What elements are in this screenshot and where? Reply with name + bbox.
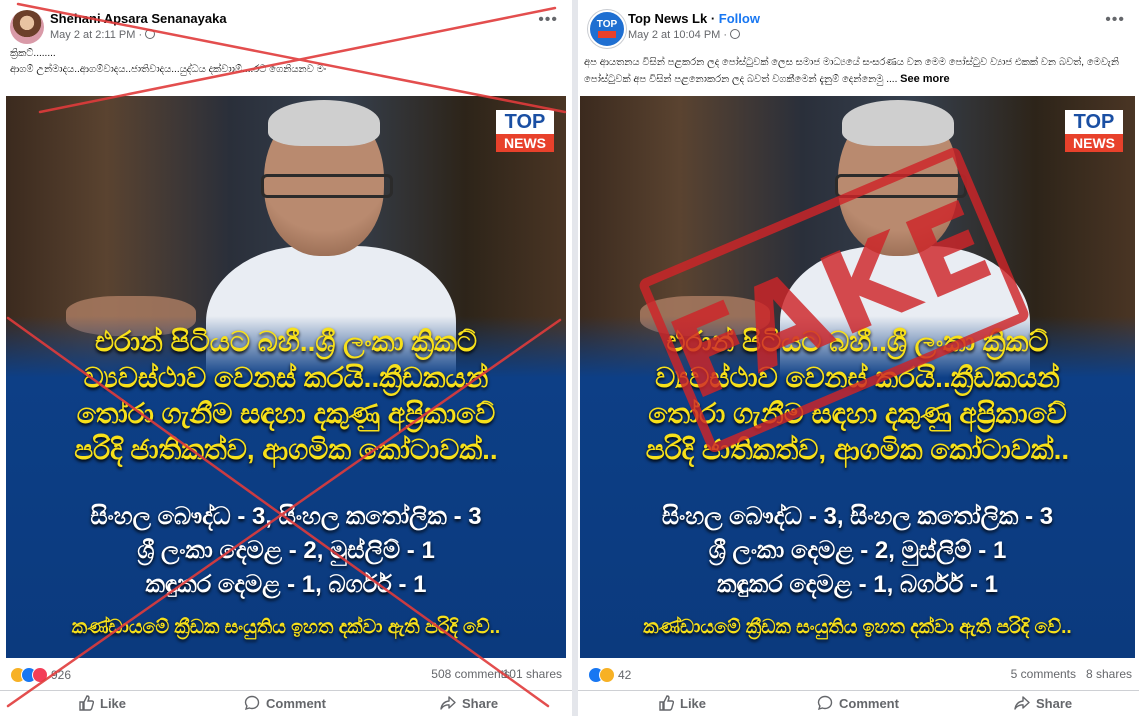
post-image[interactable]: TOP NEWS එරාන් පිටියට බහී..ශ්‍රී ලංකා ක්… bbox=[580, 96, 1135, 658]
right-post: TOP Top News Lk · Follow May 2 at 10:04 … bbox=[578, 0, 1139, 716]
page-name[interactable]: Top News Lk bbox=[628, 11, 707, 26]
post-meta: May 2 at 10:04 PM · bbox=[628, 29, 741, 41]
quota-line: ශ්‍රී ලංකා දෙමළ - 2, මුස්ලිම් - 1 bbox=[708, 537, 1007, 564]
see-more-link[interactable]: See more bbox=[900, 73, 950, 85]
action-bar: Like Comment Share bbox=[578, 690, 1139, 713]
logo-top-text: TOP bbox=[1065, 110, 1123, 134]
shares-count[interactable]: 8 shares bbox=[1086, 667, 1132, 681]
share-button[interactable]: Share bbox=[1014, 695, 1072, 711]
share-label: Share bbox=[1036, 696, 1073, 711]
comment-label: Comment bbox=[839, 696, 899, 711]
author-name[interactable]: Top News Lk · Follow bbox=[628, 11, 760, 26]
caption-text: අප ආයතනය විසින් පළකරන ලද පෝස්ටුවක් ලෙස ස… bbox=[584, 57, 1119, 85]
post-date[interactable]: May 2 at 10:04 PM bbox=[628, 29, 720, 41]
headline-line: තෝරා ගැනීම සඳහා දකුණු අප්‍රිකාවේ bbox=[648, 398, 1067, 429]
reactions-summary[interactable]: 42 bbox=[588, 667, 631, 683]
image-footer-text: කණ්ඩායමේ ක්‍රීඩක සංයුතිය ඉහත දක්වා ඇති ප… bbox=[643, 617, 1072, 638]
avatar-logo-text: TOP bbox=[596, 19, 618, 30]
comment-button[interactable]: Comment bbox=[817, 695, 899, 711]
cross-out-mark bbox=[6, 2, 567, 708]
top-news-logo: TOP NEWS bbox=[1065, 110, 1123, 152]
share-icon bbox=[1014, 696, 1030, 710]
like-icon bbox=[659, 695, 675, 711]
reactions-count: 42 bbox=[618, 668, 632, 682]
avatar-news-bar bbox=[598, 31, 616, 38]
comments-count[interactable]: 5 comments bbox=[1011, 667, 1076, 681]
like-label: Like bbox=[680, 696, 707, 711]
haha-reaction-icon bbox=[599, 667, 615, 683]
follow-button[interactable]: Follow bbox=[719, 11, 760, 26]
comment-icon bbox=[817, 695, 833, 711]
left-post: Shehani Apsara Senanayaka May 2 at 2:11 … bbox=[0, 0, 572, 716]
headline-line: පරිදි ජාතිකත්ව, ආගමික කෝටාවක්.. bbox=[645, 434, 1070, 465]
post-caption: අප ආයතනය විසින් පළකරන ලද පෝස්ටුවක් ලෙස ස… bbox=[584, 55, 1124, 88]
post-stats: 42 5 comments 8 shares bbox=[578, 667, 1139, 685]
logo-news-text: NEWS bbox=[1065, 134, 1123, 152]
like-button[interactable]: Like bbox=[658, 695, 706, 711]
more-options-icon[interactable]: ••• bbox=[1105, 12, 1125, 28]
quota-line: සිංහල බෞද්ධ - 3, සිංහල කතෝලික - 3 bbox=[661, 503, 1054, 530]
globe-icon bbox=[730, 29, 741, 39]
quota-list: සිංහල බෞද්ධ - 3, සිංහල කතෝලික - 3 ශ්‍රී … bbox=[580, 500, 1135, 602]
page-avatar[interactable]: TOP bbox=[588, 10, 626, 48]
quota-line: කඳුකර දෙමළ - 1, බර්ගර් - 1 bbox=[717, 571, 998, 598]
